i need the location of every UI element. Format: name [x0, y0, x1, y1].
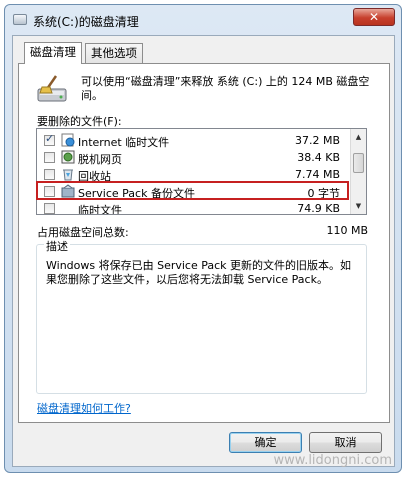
file-checkbox[interactable] [44, 132, 55, 146]
scroll-down-icon[interactable]: ▼ [351, 198, 366, 214]
ok-button[interactable]: 确定 [229, 432, 302, 453]
description-text: Windows 将保存已由 Service Pack 更新的文件的旧版本。如果您… [46, 259, 352, 286]
total-space-value: 110 MB [326, 224, 368, 237]
list-scrollbar[interactable]: ▲ ▼ [350, 129, 366, 214]
file-checkbox[interactable] [44, 152, 55, 163]
list-item[interactable]: Internet 临时文件 37.2 MB [37, 132, 350, 149]
list-item[interactable]: 临时文件 74.9 KB [37, 200, 350, 215]
file-checkbox[interactable] [44, 169, 55, 180]
help-link[interactable]: 磁盘清理如何工作? [37, 400, 131, 416]
cancel-button[interactable]: 取消 [309, 432, 382, 453]
highlight-annotation [36, 181, 349, 200]
tab-more-options[interactable]: 其他选项 [85, 43, 143, 63]
close-button[interactable]: ✕ [353, 8, 395, 26]
list-item[interactable]: 脱机网页 38.4 KB [37, 149, 350, 166]
info-message: 可以使用“磁盘清理”来释放 系统 (C:) 上的 124 MB 磁盘空间。 [81, 75, 370, 102]
files-to-delete-label: 要删除的文件(F): [37, 115, 122, 128]
recycle-bin-icon [63, 169, 73, 181]
tab-disk-cleanup[interactable]: 磁盘清理 [24, 42, 82, 64]
drive-icon [13, 14, 27, 25]
file-name: 脱机网页 [78, 153, 122, 166]
scroll-up-icon[interactable]: ▲ [351, 129, 366, 145]
title-bar[interactable]: 系统(C:)的磁盘清理 ✕ [5, 5, 401, 35]
file-name: 临时文件 [78, 204, 122, 215]
file-size: 38.4 KB [297, 151, 340, 164]
scroll-thumb[interactable] [353, 153, 364, 173]
file-checkbox[interactable] [44, 203, 55, 214]
file-size: 74.9 KB [297, 202, 340, 215]
files-listbox[interactable]: Internet 临时文件 37.2 MB 脱机网页 38.4 KB 回收站 7… [36, 128, 367, 215]
internet-files-icon [61, 133, 75, 147]
file-size: 37.2 MB [294, 134, 340, 147]
file-size: 7.74 MB [294, 168, 340, 181]
description-legend: 描述 [44, 238, 70, 254]
offline-pages-icon [61, 150, 75, 164]
window-title: 系统(C:)的磁盘清理 [33, 15, 139, 29]
disk-cleanup-icon [37, 75, 67, 102]
file-name: Internet 临时文件 [78, 136, 170, 149]
watermark: www.lidongni.com [273, 453, 392, 468]
